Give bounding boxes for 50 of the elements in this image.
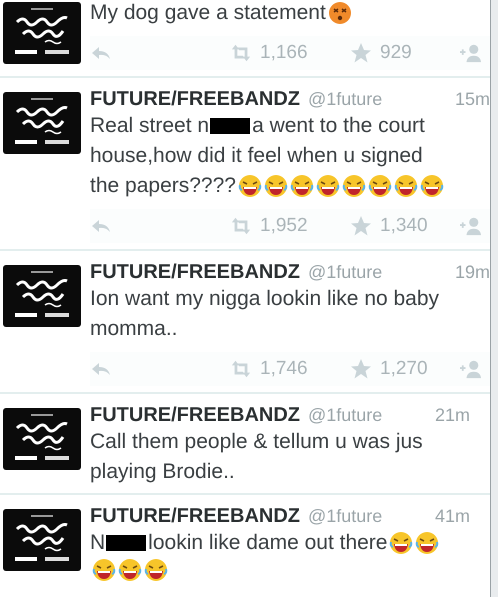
follow-icon[interactable]: [460, 216, 482, 236]
tweet-time: 15m: [454, 89, 490, 110]
author-name[interactable]: FUTURE/FREEBANDZ: [90, 88, 300, 111]
laughing-face-icon: [92, 558, 116, 582]
favorite-count: 1,340: [380, 215, 428, 237]
favorite-count: 929: [380, 42, 412, 64]
laughing-face-icon: [342, 174, 366, 198]
laughing-face-icon: [264, 174, 288, 198]
retweet-count: 1,746: [260, 358, 308, 380]
tweet-text: a went to the court: [252, 113, 425, 139]
author-name[interactable]: FUTURE/FREEBANDZ: [90, 261, 300, 284]
star-icon[interactable]: [350, 43, 372, 63]
tweet-text: the papers????: [90, 173, 236, 199]
retweet-count: 1,952: [260, 215, 308, 237]
retweet-count: 1,166: [260, 42, 308, 64]
laughing-face-icon: [420, 174, 444, 198]
dizzy-face-icon: [328, 1, 352, 25]
tweet-text: momma..: [90, 316, 178, 342]
tweet-time: 19m: [454, 262, 490, 283]
laughing-face-icon: [238, 174, 262, 198]
tweet-text: My dog gave a statement: [90, 0, 326, 26]
follow-icon[interactable]: [460, 43, 482, 63]
laughing-face-icon: [290, 174, 314, 198]
laughing-face-icon: [368, 174, 392, 198]
laughing-face-icon: [394, 174, 418, 198]
laughing-face-icon: [316, 174, 340, 198]
tweet-text: Ion want my nigga lookin like no baby: [90, 286, 440, 312]
censor-bar: [106, 535, 146, 551]
tweet-text: lookin like dame out there: [148, 530, 388, 556]
laughing-face-icon: [144, 558, 168, 582]
star-icon[interactable]: [350, 359, 372, 379]
laughing-face-icon: [389, 531, 414, 555]
tweet-text: Real street n: [90, 113, 210, 139]
laughing-face-icon: [118, 558, 142, 582]
tweet-text: N: [90, 530, 106, 556]
author-name[interactable]: FUTURE/FREEBANDZ: [90, 505, 300, 528]
tweet-text: Call them people & tellum u was jus: [90, 429, 423, 455]
tweet-time: 41m: [434, 506, 470, 527]
author-name[interactable]: FUTURE/FREEBANDZ: [90, 404, 300, 427]
retweet-icon[interactable]: [230, 359, 252, 379]
censor-bar: [210, 118, 250, 134]
tweet-text: playing Brodie..: [90, 459, 235, 485]
retweet-icon[interactable]: [230, 43, 252, 63]
retweet-icon[interactable]: [230, 216, 252, 236]
tweet-text: house,how did it feel when u signed: [90, 143, 423, 169]
favorite-count: 1,270: [380, 358, 428, 380]
laughing-face-icon: [415, 531, 440, 555]
follow-icon[interactable]: [460, 359, 482, 379]
star-icon[interactable]: [350, 216, 372, 236]
tweet-time: 21m: [434, 405, 470, 426]
